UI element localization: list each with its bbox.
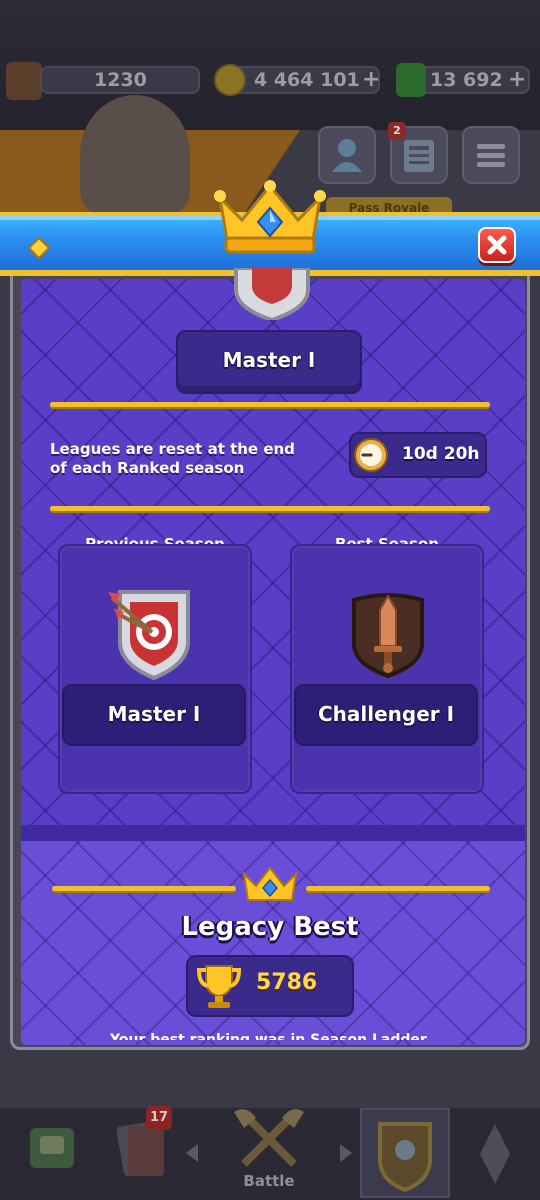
news-badge: 2 bbox=[388, 122, 406, 140]
reset-info-text: Leagues are reset at the end of each Ran… bbox=[50, 440, 295, 477]
crown-icon bbox=[214, 180, 326, 254]
level-value: 1230 bbox=[94, 69, 147, 91]
friends-icon bbox=[332, 139, 362, 172]
gems-add-button[interactable]: + bbox=[508, 67, 526, 92]
nav-right-arrow-icon[interactable] bbox=[340, 1144, 352, 1162]
social-shield-icon bbox=[378, 1122, 432, 1193]
nav-social-active[interactable] bbox=[360, 1108, 450, 1198]
close-button[interactable] bbox=[478, 227, 516, 263]
nav-shop[interactable] bbox=[10, 1114, 94, 1194]
master-badge-icon bbox=[108, 590, 190, 681]
legacy-divider-right bbox=[306, 886, 490, 891]
legacy-trophy-value: 5786 bbox=[256, 970, 318, 995]
menu-icon bbox=[477, 144, 505, 167]
friends-button[interactable] bbox=[318, 126, 376, 184]
battle-label: Battle bbox=[243, 1172, 295, 1190]
timer-value: 10d 20h bbox=[402, 444, 480, 464]
hero-character bbox=[80, 95, 190, 215]
gem-icon bbox=[396, 63, 426, 97]
gold-value: 4 464 101 bbox=[254, 69, 360, 91]
legacy-best-title: Legacy Best bbox=[181, 912, 359, 942]
best-season-league: Challenger I bbox=[317, 702, 455, 726]
divider-top bbox=[50, 402, 490, 407]
close-icon bbox=[487, 235, 507, 255]
legacy-divider-left bbox=[52, 886, 236, 891]
divider-middle bbox=[50, 506, 490, 511]
current-league-name: Master I bbox=[222, 348, 316, 372]
challenger-badge-icon bbox=[352, 593, 424, 679]
battle-axes-icon bbox=[234, 1109, 304, 1167]
menu-button[interactable] bbox=[462, 126, 520, 184]
nav-events[interactable] bbox=[460, 1114, 530, 1194]
legacy-crown-icon bbox=[242, 866, 298, 901]
league-badge-icon bbox=[234, 268, 310, 320]
trophy-icon bbox=[196, 965, 242, 1008]
previous-season-league: Master I bbox=[107, 702, 201, 726]
gold-coin-icon bbox=[214, 64, 246, 96]
clock-icon bbox=[354, 438, 388, 472]
legacy-footer-text: Your best ranking was in Season Ladder bbox=[110, 1032, 427, 1040]
nav-left-arrow-icon[interactable] bbox=[186, 1144, 198, 1162]
events-icon bbox=[480, 1124, 510, 1184]
gems-value: 13 692 bbox=[430, 69, 503, 91]
nav-battle[interactable]: Battle bbox=[224, 1104, 314, 1196]
diamond-icon bbox=[28, 237, 50, 259]
cards-badge: 17 bbox=[146, 1106, 172, 1130]
shop-icon bbox=[30, 1128, 74, 1168]
player-level-icon bbox=[6, 62, 42, 100]
gold-add-button[interactable]: + bbox=[362, 67, 380, 92]
top-resource-bar bbox=[0, 0, 540, 130]
